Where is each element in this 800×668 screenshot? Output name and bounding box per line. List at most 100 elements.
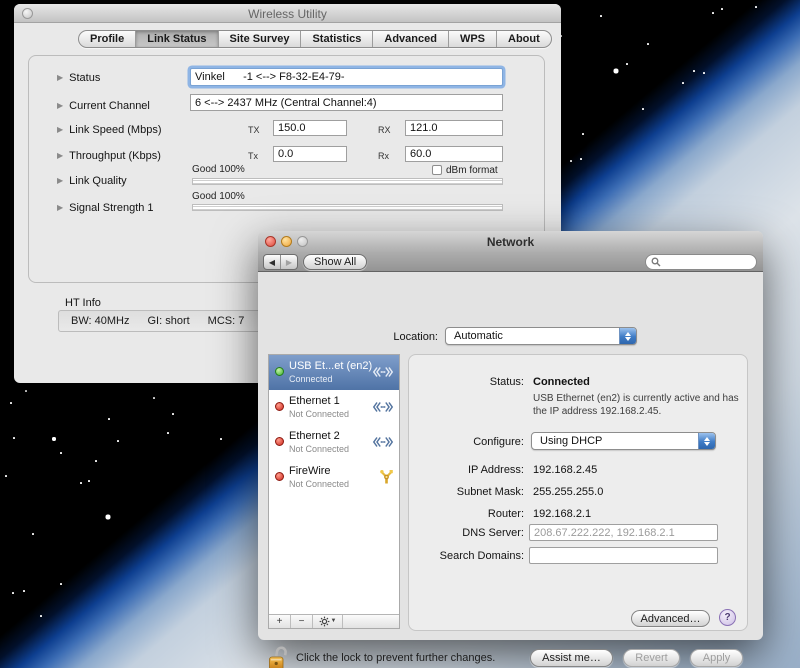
- status-dot-red-icon: [275, 437, 284, 446]
- tx-label: TX: [248, 125, 260, 135]
- configure-popup[interactable]: Using DHCP: [531, 432, 716, 450]
- status-value: Connected: [533, 376, 590, 388]
- search-field[interactable]: [645, 254, 757, 270]
- back-forward-control: ◀ ▶: [263, 254, 298, 270]
- throughput-row-label: ▶ Throughput (Kbps): [57, 150, 161, 162]
- rx-label: RX: [378, 125, 391, 135]
- signal-strength-value: Good 100%: [192, 191, 245, 202]
- status-dot-red-icon: [275, 402, 284, 411]
- link-quality-value: Good 100%: [192, 164, 245, 175]
- ip-address-label: IP Address:: [467, 464, 524, 476]
- gear-icon: [319, 616, 329, 627]
- gear-menu-button[interactable]: ▼: [313, 615, 343, 628]
- disclosure-triangle-icon[interactable]: ▶: [57, 125, 63, 134]
- wireless-titlebar[interactable]: Wireless Utility: [14, 4, 561, 23]
- connections-list: USB Et...et (en2) Connected Ethernet 1 N…: [268, 354, 400, 629]
- apply-button[interactable]: Apply: [690, 649, 743, 667]
- back-button[interactable]: ◀: [264, 255, 281, 269]
- ht-bw: BW: 40MHz: [71, 315, 130, 327]
- location-popup[interactable]: Automatic: [445, 327, 637, 345]
- forward-button[interactable]: ▶: [281, 255, 297, 269]
- popup-stepper-icon: [698, 433, 715, 449]
- current-channel-field[interactable]: [190, 94, 503, 111]
- list-item-ethernet-2[interactable]: Ethernet 2 Not Connected: [269, 425, 399, 460]
- status-dot-green-icon: [275, 367, 284, 376]
- network-toolbar: ◀ ▶ Show All: [258, 252, 763, 272]
- chevron-down-icon: ▼: [330, 618, 337, 624]
- show-all-button[interactable]: Show All: [303, 254, 368, 270]
- network-titlebar[interactable]: Network: [258, 231, 763, 252]
- ethernet-icon: [372, 400, 394, 419]
- list-item-firewire[interactable]: FireWire Not Connected: [269, 460, 399, 495]
- signal-strength-bar: [192, 204, 503, 211]
- dns-server-field[interactable]: [529, 524, 718, 541]
- throughput-rx-field[interactable]: [405, 146, 503, 162]
- desktop-background: Wireless Utility Profile Link Status Sit…: [0, 0, 800, 668]
- link-speed-row-label: ▶ Link Speed (Mbps): [57, 124, 162, 136]
- list-actions-bar: + − ▼: [269, 614, 399, 628]
- disclosure-triangle-icon[interactable]: ▶: [57, 73, 63, 82]
- search-domains-field[interactable]: [529, 547, 718, 564]
- dbm-format-label: dBm format: [446, 165, 498, 176]
- list-item-usb-ethernet[interactable]: USB Et...et (en2) Connected: [269, 355, 399, 390]
- unlocked-padlock-icon[interactable]: [268, 644, 290, 668]
- tab-advanced[interactable]: Advanced: [373, 31, 449, 47]
- link-speed-rx-field[interactable]: [405, 120, 503, 136]
- signal-strength-row-label: ▶ Signal Strength 1: [57, 202, 154, 214]
- remove-connection-button[interactable]: −: [291, 615, 313, 628]
- status-dot-red-icon: [275, 472, 284, 481]
- ht-gi: GI: short: [147, 315, 190, 327]
- search-icon: [651, 257, 661, 267]
- lock-hint-text: Click the lock to prevent further change…: [296, 652, 496, 664]
- current-channel-row-label: ▶ Current Channel: [57, 100, 150, 112]
- dns-server-label: DNS Server:: [462, 527, 524, 539]
- help-button[interactable]: ?: [719, 609, 736, 626]
- status-description: USB Ethernet (en2) is currently active a…: [533, 393, 739, 417]
- tab-wps[interactable]: WPS: [449, 31, 498, 47]
- tab-profile[interactable]: Profile: [79, 31, 137, 47]
- assist-me-button[interactable]: Assist me…: [530, 649, 613, 667]
- disclosure-triangle-icon[interactable]: ▶: [57, 101, 63, 110]
- ip-address-value: 192.168.2.45: [533, 464, 598, 476]
- network-window-title: Network: [486, 235, 535, 249]
- search-input[interactable]: [664, 256, 750, 268]
- stars: [0, 0, 2, 2]
- subnet-mask-value: 255.255.255.0: [533, 486, 604, 498]
- router-label: Router:: [487, 508, 524, 520]
- revert-button[interactable]: Revert: [623, 649, 680, 667]
- status-row-label: ▶ Status: [57, 72, 101, 84]
- status-field[interactable]: [190, 68, 503, 86]
- throughput-tx-field[interactable]: [273, 146, 347, 162]
- disclosure-triangle-icon[interactable]: ▶: [57, 203, 63, 212]
- tab-statistics[interactable]: Statistics: [301, 31, 374, 47]
- ethernet-icon: [372, 365, 394, 384]
- wireless-tab-bar: Profile Link Status Site Survey Statisti…: [78, 30, 552, 48]
- ht-info-label: HT Info: [65, 297, 101, 309]
- link-speed-tx-field[interactable]: [273, 120, 347, 136]
- ethernet-icon: [372, 435, 394, 454]
- disclosure-triangle-icon[interactable]: ▶: [57, 176, 63, 185]
- status-label: Status:: [489, 376, 524, 388]
- router-value: 192.168.2.1: [533, 508, 592, 520]
- dbm-format-checkbox[interactable]: [432, 165, 442, 175]
- advanced-button[interactable]: Advanced…: [631, 610, 710, 627]
- rx-label: Rx: [378, 151, 389, 161]
- ht-mcs: MCS: 7: [207, 315, 245, 327]
- tab-about[interactable]: About: [497, 31, 551, 47]
- connection-detail-panel: Status: Connected USB Ethernet (en2) is …: [408, 354, 748, 631]
- firewire-icon: [379, 468, 394, 490]
- disclosure-triangle-icon[interactable]: ▶: [57, 151, 63, 160]
- network-content: Location: Automatic USB Et...et (en2) Co…: [258, 272, 763, 668]
- network-window: Network ◀ ▶ Show All Location: Automatic: [258, 231, 763, 668]
- link-quality-row-label: ▶ Link Quality: [57, 175, 127, 187]
- list-item-ethernet-1[interactable]: Ethernet 1 Not Connected: [269, 390, 399, 425]
- wireless-window-title: Wireless Utility: [248, 7, 327, 21]
- popup-stepper-icon: [619, 328, 636, 344]
- configure-label: Configure:: [473, 436, 524, 448]
- tab-site-survey[interactable]: Site Survey: [219, 31, 302, 47]
- search-domains-label: Search Domains:: [439, 550, 524, 562]
- add-connection-button[interactable]: +: [269, 615, 291, 628]
- tab-link-status[interactable]: Link Status: [136, 31, 219, 47]
- link-quality-bar: [192, 178, 503, 185]
- tx-label: Tx: [248, 151, 258, 161]
